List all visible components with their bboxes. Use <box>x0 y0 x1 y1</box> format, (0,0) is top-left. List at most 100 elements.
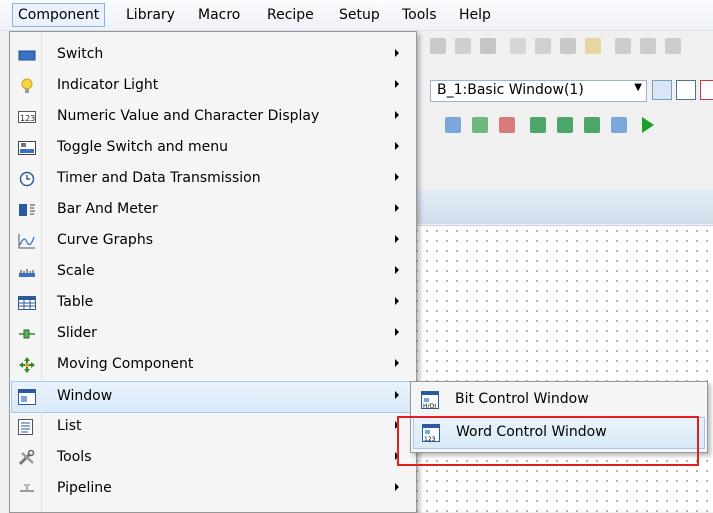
bulb-icon <box>18 78 36 94</box>
download-icon[interactable] <box>557 117 573 133</box>
upload-icon[interactable] <box>530 117 546 133</box>
pipeline-icon <box>18 481 36 497</box>
run-icon[interactable] <box>642 117 654 133</box>
menu-item-label: Table <box>57 294 94 310</box>
table-icon <box>18 295 36 311</box>
go-window-icon[interactable] <box>652 80 672 100</box>
submenu-arrow-icon <box>395 266 399 274</box>
remove-layer-icon[interactable] <box>499 117 515 133</box>
window-selector[interactable]: B_1:Basic Window(1) ▼ <box>430 80 647 102</box>
size-icon[interactable] <box>480 38 496 54</box>
down-layer-icon[interactable] <box>472 117 488 133</box>
toggle-switch-icon <box>18 140 36 156</box>
menu-item-moving-component[interactable]: Moving Component <box>12 350 412 380</box>
menu-item-label: Bar And Meter <box>57 201 158 217</box>
menu-item-label: Scale <box>57 263 95 279</box>
bar-meter-icon <box>18 202 36 218</box>
menu-item-label: Pipeline <box>57 480 112 496</box>
menu-item-table[interactable]: Table <box>12 288 412 318</box>
menu-item-label: Curve Graphs <box>57 232 153 248</box>
up-layer-icon[interactable] <box>445 117 461 133</box>
menu-item-indicator-light[interactable]: Indicator Light <box>12 71 412 101</box>
menu-item-label: Slider <box>57 325 97 341</box>
submenu-arrow-icon <box>395 297 399 305</box>
menu-item-label: Toggle Switch and menu <box>57 139 228 155</box>
list-icon <box>18 419 36 435</box>
curve-graph-icon <box>18 233 36 249</box>
face-icon[interactable] <box>585 38 601 54</box>
component-menu: Switch Indicator Light 123 Numeric Value… <box>9 31 417 513</box>
compile-icon[interactable] <box>611 117 627 133</box>
paste-icon[interactable] <box>640 38 656 54</box>
design-canvas[interactable] <box>412 225 713 512</box>
menu-library[interactable]: Library <box>121 4 180 26</box>
submenu-arrow-icon <box>395 235 399 243</box>
submenu-arrow-icon <box>395 328 399 336</box>
menu-item-label: Timer and Data Transmission <box>57 170 261 186</box>
submenu-arrow-icon <box>395 359 399 367</box>
submenu-arrow-icon <box>395 391 399 399</box>
menu-component[interactable]: Component <box>12 3 106 27</box>
highlight-annotation <box>397 416 699 466</box>
tab-strip <box>412 190 713 224</box>
menu-item-slider[interactable]: Slider <box>12 319 412 349</box>
menu-item-label: Indicator Light <box>57 77 159 93</box>
menu-item-label: Moving Component <box>57 356 194 372</box>
chevron-down-icon[interactable]: ▼ <box>634 82 642 93</box>
menu-macro[interactable]: Macro <box>193 4 245 26</box>
menu-item-toggle-switch[interactable]: Toggle Switch and menu <box>12 133 412 163</box>
toolbar-top <box>400 34 713 62</box>
toolbar-bottom <box>400 113 713 141</box>
submenu-arrow-icon <box>395 142 399 150</box>
menu-item-bar-meter[interactable]: Bar And Meter <box>12 195 412 225</box>
menu-item-list[interactable]: List <box>12 412 412 442</box>
clock-icon <box>18 171 36 187</box>
transfer-icon[interactable] <box>584 117 600 133</box>
copy-icon[interactable] <box>615 38 631 54</box>
new-window-icon[interactable] <box>676 80 696 100</box>
scale-icon <box>18 264 36 280</box>
switch-icon <box>18 47 36 63</box>
move-icon <box>18 357 36 373</box>
menu-help[interactable]: Help <box>454 4 496 26</box>
window-icon <box>18 389 36 405</box>
misc-icon[interactable] <box>665 38 681 54</box>
ungroup-icon[interactable] <box>535 38 551 54</box>
align-icon[interactable] <box>430 38 446 54</box>
submenu-arrow-icon <box>395 173 399 181</box>
menu-item-label: List <box>57 418 82 434</box>
tools-icon <box>18 449 36 466</box>
menu-item-scale[interactable]: Scale <box>12 257 412 287</box>
menu-item-timer[interactable]: Timer and Data Transmission <box>12 164 412 194</box>
menu-setup[interactable]: Setup <box>334 4 385 26</box>
menu-item-label: Window <box>57 388 113 404</box>
submenu-arrow-icon <box>395 80 399 88</box>
menu-item-window[interactable]: Window <box>11 381 413 413</box>
menu-item-pipeline[interactable]: Pipeline <box>12 474 412 504</box>
submenu-arrow-icon <box>395 111 399 119</box>
menu-tools[interactable]: Tools <box>397 4 442 26</box>
submenu-arrow-icon <box>395 49 399 57</box>
svg-text:123: 123 <box>20 114 35 123</box>
menu-item-label: Tools <box>57 449 92 465</box>
menu-item-curve-graphs[interactable]: Curve Graphs <box>12 226 412 256</box>
slider-icon <box>18 326 36 342</box>
window-selector-value: B_1:Basic Window(1) <box>437 82 584 98</box>
submenu-arrow-icon <box>395 204 399 212</box>
svg-text:H/OI: H/OI <box>423 403 436 409</box>
menu-item-numeric-display[interactable]: 123 Numeric Value and Character Display <box>12 102 412 132</box>
submenu-item-label: Bit Control Window <box>455 391 589 407</box>
menu-item-label: Switch <box>57 46 104 62</box>
menu-item-label: Numeric Value and Character Display <box>57 108 320 124</box>
bit-window-icon: H/OI <box>421 391 439 410</box>
close-window-icon[interactable] <box>700 80 713 100</box>
layer-icon[interactable] <box>560 38 576 54</box>
group-icon[interactable] <box>510 38 526 54</box>
menu-recipe[interactable]: Recipe <box>262 4 319 26</box>
submenu-arrow-icon <box>395 483 399 491</box>
menu-item-switch[interactable]: Switch <box>12 40 412 70</box>
menu-item-tools[interactable]: Tools <box>12 443 412 473</box>
distribute-icon[interactable] <box>455 38 471 54</box>
numeric-display-icon: 123 <box>18 109 36 125</box>
submenu-item-bit-control-window[interactable]: H/OI Bit Control Window <box>413 385 703 415</box>
